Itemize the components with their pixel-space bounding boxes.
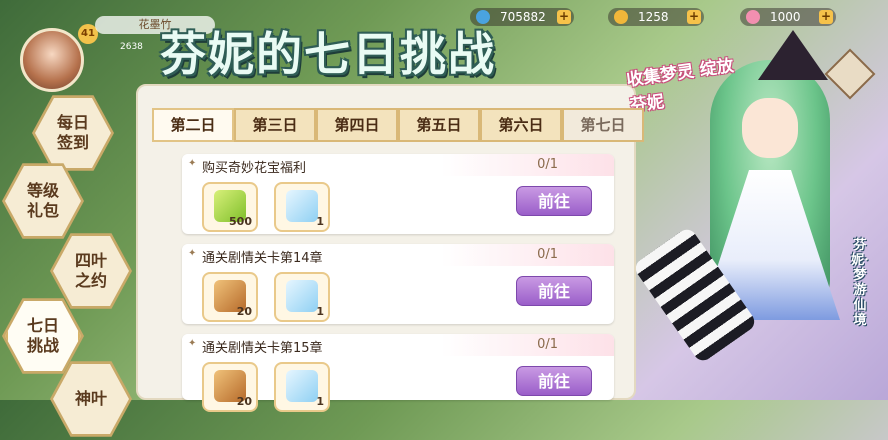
task-bullet-icon: ✦ xyxy=(188,338,197,349)
task-title: 购买奇妙花宝福利 xyxy=(202,161,307,176)
add-gems-button[interactable]: + xyxy=(557,10,571,24)
player-avatar[interactable] xyxy=(20,28,84,92)
nav-god-leaf-label: 神叶 xyxy=(74,389,107,408)
event-title: 芬妮的七日挑战 xyxy=(160,27,496,81)
tab-day-5[interactable]: 第五日 xyxy=(398,108,480,142)
tab-day-4[interactable]: 第四日 xyxy=(316,108,398,142)
task-bullet-icon: ✦ xyxy=(188,248,197,259)
nav-level-gift[interactable]: 等级 礼包 xyxy=(5,166,81,236)
task-title: 通关剧情关卡第14章 xyxy=(202,251,323,266)
goto-button[interactable]: 前往 xyxy=(516,276,592,306)
tab-day-7[interactable]: 第七日 xyxy=(562,108,644,142)
nav-seven-day[interactable]: 七日 挑战 xyxy=(5,301,81,371)
tab-day-2[interactable]: 第二日 xyxy=(152,108,234,142)
reward-qty: 1 xyxy=(316,395,324,408)
crystal-icon xyxy=(286,190,318,222)
nav-daily-signin-label: 每日 签到 xyxy=(56,113,89,152)
tab-day-6[interactable]: 第六日 xyxy=(480,108,562,142)
nav-seven-day-label: 七日 挑战 xyxy=(26,316,59,355)
nav-level-gift-label: 等级 礼包 xyxy=(26,181,59,220)
reward-qty: 20 xyxy=(236,395,252,408)
character-face xyxy=(742,98,798,158)
reward-item[interactable]: 20 xyxy=(202,362,258,412)
reward-item[interactable]: 1 xyxy=(274,182,330,232)
task-row: ✦ 通关剧情关卡第15章 0/1 20 1 前往 xyxy=(182,334,614,412)
task-row: ✦ 购买奇妙花宝福利 0/1 500 1 前往 xyxy=(182,154,614,234)
task-progress: 0/1 xyxy=(537,247,558,262)
reward-qty: 1 xyxy=(316,215,324,228)
player-id: 2638 xyxy=(120,42,143,52)
nav-four-leaf[interactable]: 四叶 之约 xyxy=(53,236,129,306)
goto-button[interactable]: 前往 xyxy=(516,366,592,396)
goto-button[interactable]: 前往 xyxy=(516,186,592,216)
nav-four-leaf-label: 四叶 之约 xyxy=(74,251,107,290)
crystal-icon xyxy=(286,280,318,312)
task-progress: 0/1 xyxy=(537,157,558,172)
nav-god-leaf[interactable]: 神叶 xyxy=(53,364,129,434)
character-name: 芬妮·梦游仙境 xyxy=(851,238,869,328)
nav-daily-signin[interactable]: 每日 签到 xyxy=(35,98,111,168)
task-progress: 0/1 xyxy=(537,337,558,352)
task-title: 通关剧情关卡第15章 xyxy=(202,341,323,356)
reward-qty: 500 xyxy=(229,215,252,228)
character-hat xyxy=(758,30,828,80)
reward-item[interactable]: 1 xyxy=(274,272,330,322)
day-tabs: 第二日 第三日 第四日 第五日 第六日 第七日 xyxy=(152,108,644,144)
tab-day-3[interactable]: 第三日 xyxy=(234,108,316,142)
reward-item[interactable]: 1 xyxy=(274,362,330,412)
crystal-icon xyxy=(286,370,318,402)
reward-qty: 20 xyxy=(236,305,252,318)
reward-qty: 1 xyxy=(316,305,324,318)
gem-value: 705882 xyxy=(500,10,546,24)
reward-item[interactable]: 20 xyxy=(202,272,258,322)
task-bullet-icon: ✦ xyxy=(188,158,197,169)
reward-item[interactable]: 500 xyxy=(202,182,258,232)
task-row: ✦ 通关剧情关卡第14章 0/1 20 1 前往 xyxy=(182,244,614,324)
coin-icon xyxy=(614,10,628,24)
